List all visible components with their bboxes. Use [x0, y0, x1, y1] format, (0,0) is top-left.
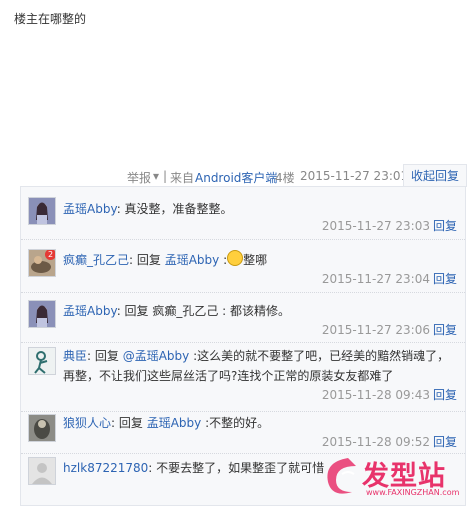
reply-list: 孟瑶Abby: 真没整，准备整整。 2015-11-27 23:03 回复 2 疯… [20, 186, 466, 506]
reply-time: 2015-11-28 09:52 [321, 435, 430, 449]
avatar[interactable] [28, 300, 56, 328]
reply-time: 2015-11-28 09:43 [321, 388, 430, 402]
floor-number: 4楼 [275, 171, 295, 185]
reply-prefix: : 回复 [129, 253, 165, 267]
report-link[interactable]: 举报 [127, 169, 151, 186]
reply-target-user[interactable]: @孟瑶Abby [123, 349, 190, 363]
reply-username[interactable]: 典臣 [63, 349, 87, 363]
reply-button[interactable]: 回复 [433, 272, 457, 286]
reply-target-user[interactable]: 孟瑶Abby [165, 253, 220, 267]
reply-username[interactable]: 疯癫_孔乙己 [63, 253, 129, 267]
post-datetime: 2015-11-27 23:01 [300, 169, 409, 183]
reply-prefix: : 回复 [111, 416, 147, 430]
meta-separator: | [163, 169, 168, 183]
reply-button[interactable]: 回复 [433, 388, 457, 402]
reply-time: 2015-11-27 23:04 [321, 272, 430, 286]
collapse-replies-button[interactable]: 收起回复 [403, 164, 467, 187]
reply-time: 2015-11-27 23:06 [321, 323, 430, 337]
client-link[interactable]: Android客户端 [195, 169, 277, 186]
list-item: 孟瑶Abby: 回复 疯癫_孔乙己 : 都该精修。 2015-11-27 23:… [21, 292, 465, 343]
reply-prefix: : 回复 [87, 349, 123, 363]
reply-text: : [219, 253, 228, 267]
reply-text: : 不要去整了，如果整歪了就可惜 [148, 461, 325, 475]
reply-target-user[interactable]: 孟瑶Abby [147, 416, 202, 430]
avatar[interactable] [28, 414, 56, 442]
list-item: 2 疯癫_孔乙己: 回复 孟瑶Abby : 整哪 2015-11-27 23:04… [21, 239, 465, 293]
reply-button[interactable]: 回复 [433, 323, 457, 337]
reply-button[interactable]: 回复 [433, 219, 457, 233]
post-meta: 举报 ▾ | 来自 Android客户端 4楼 2015-11-27 23:01 [0, 166, 468, 186]
report-dropdown-icon[interactable]: ▾ [153, 169, 159, 183]
post-text: 楼主在哪整的 [14, 12, 87, 26]
list-item: 狼狈人心: 回复 孟瑶Abby :不整的好。 2015-11-28 09:52 回… [21, 411, 465, 454]
reply-text: : 真没整，准备整整。 [116, 202, 233, 216]
avatar[interactable] [28, 457, 56, 485]
avatar[interactable] [28, 197, 56, 225]
reply-button[interactable]: 回复 [433, 435, 457, 449]
notification-badge: 2 [45, 250, 55, 260]
reply-text: : 回复 疯癫_孔乙己 : 都该精修。 [116, 304, 291, 318]
client-prefix: 来自 [170, 171, 195, 185]
list-item: 孟瑶Abby: 真没整，准备整整。 2015-11-27 23:03 回复 [21, 187, 465, 240]
list-item: hzlk87221780: 不要去整了，如果整歪了就可惜 [21, 453, 465, 505]
reply-text: :不整的好。 [201, 416, 270, 430]
reply-time: 2015-11-27 23:03 [321, 219, 430, 233]
reply-text-after-emoji: 整哪 [243, 253, 268, 267]
reply-username[interactable]: hzlk87221780 [63, 461, 148, 475]
reply-username[interactable]: 孟瑶Abby [63, 304, 117, 318]
reply-username[interactable]: 孟瑶Abby [63, 202, 117, 216]
reply-username[interactable]: 狼狈人心 [63, 416, 111, 430]
avatar[interactable]: 2 [28, 249, 56, 277]
list-item: 典臣: 回复 @孟瑶Abby :这么美的就不要整了吧，已经美的黯然销魂了，再整，… [21, 342, 465, 412]
smiley-emoji-icon [227, 250, 244, 266]
avatar[interactable] [28, 347, 56, 375]
